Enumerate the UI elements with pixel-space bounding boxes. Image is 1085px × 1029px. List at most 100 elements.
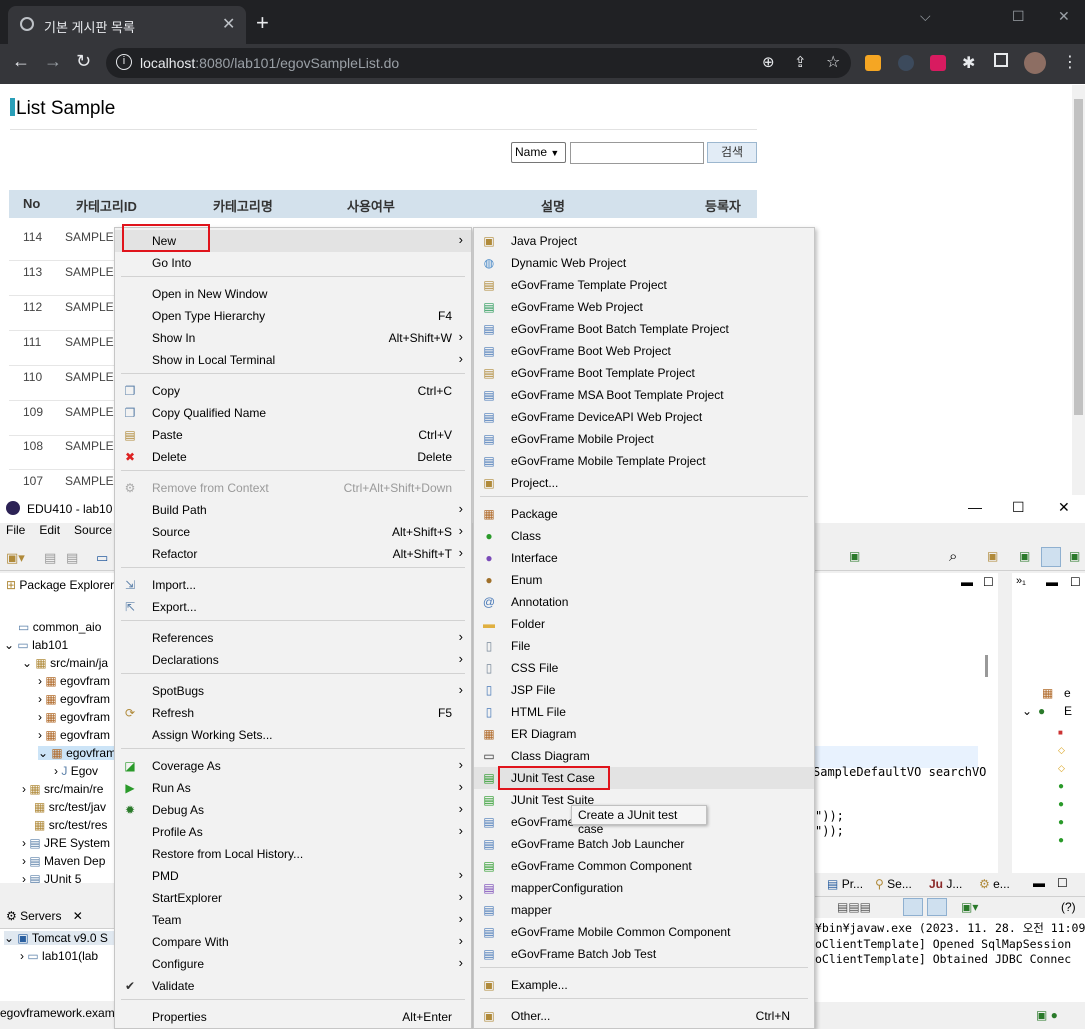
context-menu-item-export[interactable]: ⇱ Export... (115, 596, 471, 618)
bookmark-star-icon[interactable]: ☆ (826, 52, 840, 72)
context-menu-item-source[interactable]: Source Alt+Shift+S › (115, 521, 471, 543)
tab-search[interactable]: ⚲ Se... (875, 877, 912, 891)
new-menu-item-project[interactable]: ▣ Project... (474, 472, 814, 494)
tree-item[interactable]: › ▦ egovfram (38, 692, 110, 706)
new-menu-item-egovframe-common-component[interactable]: ▤ eGovFrame Common Component (474, 855, 814, 877)
tree-item[interactable]: › ▦ egovfram (38, 710, 110, 724)
new-menu-item-package[interactable]: ▦ Package (474, 503, 814, 525)
context-menu-item-validate[interactable]: ✔ Validate (115, 975, 471, 997)
close-window-button[interactable]: ✕ (1058, 8, 1070, 25)
maximize-view-icon[interactable]: ☐ (983, 575, 994, 589)
open-console-icon[interactable]: ▣▾ (961, 900, 978, 914)
open-perspective-icon[interactable]: ▣ (987, 549, 998, 563)
minimize-view-icon[interactable]: ▬ (1046, 575, 1058, 589)
new-menu-item-egovframe-mobile-common-component[interactable]: ▤ eGovFrame Mobile Common Component (474, 921, 814, 943)
tree-item[interactable]: › ▤ JRE System (22, 836, 110, 850)
outline-item[interactable]: E (1064, 704, 1072, 718)
new-menu-item-egovframe-template-project[interactable]: ▤ eGovFrame Template Project (474, 274, 814, 296)
new-menu-item-enum[interactable]: ● Enum (474, 569, 814, 591)
tree-item[interactable]: › ▦ egovfram (38, 674, 110, 688)
java-perspective-icon[interactable] (1041, 547, 1061, 567)
pin-console-icon[interactable] (903, 898, 923, 916)
scroll-lock-icon[interactable] (927, 898, 947, 916)
context-menu-item-refactor[interactable]: Refactor Alt+Shift+T › (115, 543, 471, 565)
server-module-item[interactable]: › ▭ lab101(lab (20, 949, 98, 963)
save-icon[interactable]: ▤ (44, 550, 56, 566)
tree-item[interactable]: ▦ src/test/res (34, 818, 107, 832)
tree-item[interactable]: ⌄ ▦ src/main/ja (22, 656, 108, 670)
context-menu-item-paste[interactable]: ▤ Paste Ctrl+V (115, 424, 471, 446)
tree-item[interactable]: › J Egov (54, 764, 98, 778)
address-bar[interactable]: i localhost:8080/lab101/egovSampleList.d… (106, 48, 851, 78)
new-menu-item-interface[interactable]: ● Interface (474, 547, 814, 569)
page-scrollbar[interactable] (1072, 85, 1085, 495)
tree-item[interactable]: › ▤ JUnit 5 (22, 872, 81, 883)
table-row[interactable]: 108 SAMPLE (9, 435, 129, 470)
kebab-menu-icon[interactable]: ⋮ (1062, 52, 1078, 72)
new-menu-item-example[interactable]: ▣ Example... (474, 974, 814, 996)
new-menu-item-annotation[interactable]: @ Annotation (474, 591, 814, 613)
minimize-view-icon[interactable]: ▬ (1033, 876, 1045, 890)
console-toolbar-icon[interactable]: ▤▤▤ (837, 900, 871, 914)
new-menu-item-egovframe-msa-boot-template-project[interactable]: ▤ eGovFrame MSA Boot Template Project (474, 384, 814, 406)
context-menu-item-go-into[interactable]: Go Into (115, 252, 471, 274)
context-menu-item-show-in[interactable]: Show In Alt+Shift+W › (115, 327, 471, 349)
tree-item-selected[interactable]: ⌄ ▦ egovfram (38, 746, 115, 760)
save-all-icon[interactable]: ▤ (66, 550, 78, 566)
tab-junit[interactable]: Ju J... (929, 877, 962, 891)
context-menu-item-refresh[interactable]: ⟳ Refresh F5 (115, 702, 471, 724)
new-menu-item-css-file[interactable]: ▯ CSS File (474, 657, 814, 679)
new-menu-item-egovframe-mobile-template-project[interactable]: ▤ eGovFrame Mobile Template Project (474, 450, 814, 472)
extension-icon[interactable] (930, 55, 946, 71)
new-menu-item-egovframe-boot-template-project[interactable]: ▤ eGovFrame Boot Template Project (474, 362, 814, 384)
search-input[interactable] (570, 142, 704, 164)
context-menu-item-compare-with[interactable]: Compare With › (115, 931, 471, 953)
context-menu-item-show-in-local-terminal[interactable]: Show in Local Terminal › (115, 349, 471, 371)
new-menu-item-egovframe-deviceapi-web-project[interactable]: ▤ eGovFrame DeviceAPI Web Project (474, 406, 814, 428)
extension-icon[interactable] (865, 55, 881, 71)
context-menu-item-build-path[interactable]: Build Path › (115, 499, 471, 521)
new-menu-item-egovframe-boot-web-project[interactable]: ▤ eGovFrame Boot Web Project (474, 340, 814, 362)
new-menu-item-egovframe-batch-job-launcher[interactable]: ▤ eGovFrame Batch Job Launcher (474, 833, 814, 855)
zoom-icon[interactable]: ⊕ (762, 53, 775, 71)
search-type-select[interactable]: Name ▼ (511, 142, 566, 163)
chevron-down-icon[interactable]: ⌄ (1022, 704, 1032, 718)
context-menu-item-coverage-as[interactable]: ◪ Coverage As › (115, 755, 471, 777)
new-menu-item-egovframe-batch-job-test[interactable]: ▤ eGovFrame Batch Job Test (474, 943, 814, 965)
maximize-button[interactable]: ☐ (1012, 8, 1025, 25)
table-row[interactable]: 111 SAMPLE (9, 331, 129, 366)
tree-item[interactable]: ▦ src/test/jav (34, 800, 106, 814)
tree-item[interactable]: › ▦ src/main/re (22, 782, 103, 796)
new-menu-item-html-file[interactable]: ▯ HTML File (474, 701, 814, 723)
new-menu-item-jsp-file[interactable]: ▯ JSP File (474, 679, 814, 701)
tab-problems[interactable]: ▤ Pr... (827, 877, 863, 891)
close-tab-icon[interactable]: ✕ (222, 14, 235, 34)
context-menu-item-assign-working-sets[interactable]: Assign Working Sets... (115, 724, 471, 746)
terminal-icon[interactable]: ▭ (96, 550, 108, 566)
status-icon[interactable]: ▣ ● (1036, 1008, 1058, 1022)
table-row[interactable]: 113 SAMPLE (9, 261, 129, 296)
context-menu-item-startexplorer[interactable]: StartExplorer › (115, 887, 471, 909)
new-menu-item-mapperconfiguration[interactable]: ▤ mapperConfiguration (474, 877, 814, 899)
forward-icon[interactable]: → (44, 51, 62, 72)
search-button[interactable]: 검색 (707, 142, 757, 163)
new-menu-item-egovframe-web-project[interactable]: ▤ eGovFrame Web Project (474, 296, 814, 318)
perspective-icon[interactable]: ▣ (1019, 549, 1030, 563)
context-menu-item-properties[interactable]: Properties Alt+Enter (115, 1006, 471, 1028)
maximize-view-icon[interactable]: ☐ (1057, 876, 1068, 890)
share-icon[interactable]: ⇪ (794, 53, 807, 71)
tree-item[interactable]: › ▦ egovfram (38, 728, 110, 742)
context-menu-item-run-as[interactable]: ▶ Run As › (115, 777, 471, 799)
table-row[interactable]: 110 SAMPLE (9, 366, 129, 401)
debug-perspective-icon[interactable]: ▣ (1069, 549, 1080, 563)
context-menu-item-spotbugs[interactable]: SpotBugs › (115, 680, 471, 702)
new-menu-item-class[interactable]: ● Class (474, 525, 814, 547)
browser-tab[interactable]: 기본 게시판 목록 ✕ (8, 6, 246, 44)
info-icon[interactable]: i (116, 54, 132, 70)
close-window-button[interactable]: ✕ (1058, 499, 1070, 516)
context-menu-item-debug-as[interactable]: ✹ Debug As › (115, 799, 471, 821)
context-menu-item-copy[interactable]: ❐ Copy Ctrl+C (115, 380, 471, 402)
context-menu-item-delete[interactable]: ✖ Delete Delete (115, 446, 471, 468)
context-menu-item-declarations[interactable]: Declarations › (115, 649, 471, 671)
minimize-button[interactable]: — (968, 499, 982, 515)
